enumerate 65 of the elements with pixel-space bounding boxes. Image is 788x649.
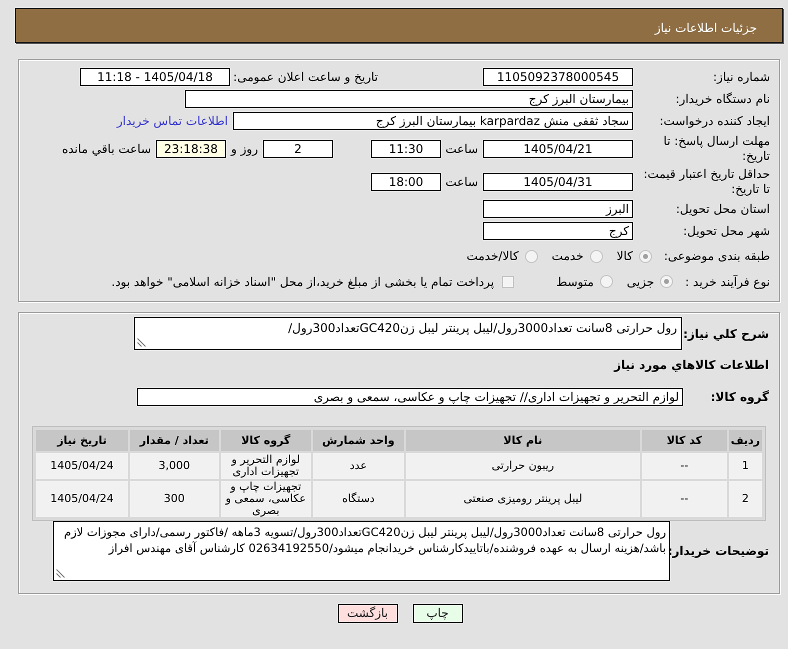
time-remaining-field[interactable]: 23:18:38 bbox=[156, 140, 226, 158]
field-label: شهر محل تحویل: bbox=[682, 224, 770, 238]
option-label: خدمت bbox=[552, 249, 584, 263]
table-cell: تجهیزات چاپ و عکاسی، سمعی و بصری bbox=[220, 481, 312, 517]
treasury-payment-text: پرداخت تمام یا بخشی از مبلغ خرید،از محل "اسناد خزانه اسلامی" خواهد بود. bbox=[111, 274, 494, 288]
table-cell: 1405/04/24 bbox=[36, 481, 128, 517]
need-number-field[interactable]: 1105092378000545 bbox=[483, 68, 633, 86]
option-label: کالا/خدمت bbox=[466, 249, 519, 263]
city-field[interactable]: کرج bbox=[483, 222, 633, 240]
deadline-date-field[interactable]: 1405/04/21 bbox=[483, 140, 633, 158]
buyer-organization-field[interactable]: بیمارستان البرز کرج bbox=[185, 90, 633, 108]
field-label: شماره نیاز: bbox=[712, 70, 770, 84]
table-cell: 1405/04/24 bbox=[36, 453, 128, 479]
table-cell: 1 bbox=[728, 453, 762, 479]
section-title: اطلاعات کالاهاي مورد نیاز bbox=[612, 357, 769, 374]
column-header: گروه کالا bbox=[220, 430, 312, 451]
resize-grip-icon[interactable] bbox=[137, 338, 146, 347]
time-remaining-label: ساعت باقي مانده bbox=[62, 142, 151, 156]
table-cell: عدد bbox=[313, 453, 404, 479]
field-label: نوع فرآیند خرید : bbox=[685, 274, 770, 288]
field-label: توضیحات خریدار: bbox=[670, 544, 769, 558]
field-label: ایجاد کننده درخواست: bbox=[658, 114, 770, 128]
days-label: روز و bbox=[231, 142, 258, 156]
column-header: کد کالا bbox=[642, 430, 727, 451]
table-cell: دستگاه bbox=[313, 481, 404, 517]
print-button[interactable]: چاپ bbox=[412, 604, 462, 623]
goods-group-field[interactable]: لوازم التحریر و تجهیزات اداری// تجهیزات چاپ و عکاسی، سمعی و بصری bbox=[137, 388, 683, 406]
table-cell: 3,000 bbox=[130, 453, 218, 479]
page-title: جزئیات اطلاعات نیاز bbox=[654, 20, 757, 34]
option-label: متوسط bbox=[556, 274, 594, 288]
description-textarea[interactable]: رول حرارتی 8سانت تعداد3000رول/لیبل پرینتر لیبل زنGC420تعداد300رول/ bbox=[134, 317, 682, 350]
table-cell: -- bbox=[642, 453, 727, 479]
column-header: تعداد / مقدار bbox=[130, 430, 218, 451]
table-cell: -- bbox=[642, 481, 727, 517]
column-header: تاریخ نیاز bbox=[36, 430, 128, 451]
field-label: حداقل تاریخ اعتبار قیمت: تا تاریخ: bbox=[642, 167, 770, 197]
requester-field[interactable]: سجاد ثقفی منش karpardaz بیمارستان البرز کرج bbox=[233, 112, 633, 130]
option-label: کالا bbox=[616, 249, 633, 263]
field-label: مهلت ارسال پاسخ: تا تاریخ: bbox=[662, 134, 770, 164]
back-button[interactable]: بازگشت bbox=[338, 604, 398, 623]
field-label: گروه کالا: bbox=[710, 390, 769, 404]
table-cell: لیبل پرینتر رومیزی صنعتی bbox=[406, 481, 640, 517]
column-header: نام کالا bbox=[406, 430, 640, 451]
resize-grip-icon[interactable] bbox=[56, 569, 65, 578]
deadline-time-field[interactable]: 11:30 bbox=[371, 140, 441, 158]
field-label: نام دستگاه خریدار: bbox=[674, 92, 770, 106]
field-label: استان محل تحویل: bbox=[674, 202, 770, 216]
column-header: ردیف bbox=[728, 430, 762, 451]
buyer-contact-link[interactable]: اطلاعات تماس خریدار bbox=[116, 114, 228, 128]
buyer-notes-textarea[interactable]: رول حرارتی 8سانت تعداد3000رول/لیبل پرینتر لیبل زنGC420تعداد300رول/تسویه 3ماهه /فاکتور رسمی/دارای مجوزات لازم باشد/هزینه ارسال به عهده فروشنده/باتاییدکارشناس خریدانجام میشود/02634192550 کارشناس آقای مهندس افراز bbox=[53, 521, 670, 581]
time-label: ساعت bbox=[446, 142, 478, 156]
province-field[interactable]: البرز bbox=[483, 200, 633, 218]
table-cell: 2 bbox=[728, 481, 762, 517]
table-cell: ریبون حرارتی bbox=[406, 453, 640, 479]
validity-date-field[interactable]: 1405/04/31 bbox=[483, 173, 633, 191]
field-label: شرح کلي نیاز: bbox=[687, 326, 769, 341]
column-header: واحد شمارش bbox=[313, 430, 404, 451]
table-cell: لوازم التحریر و تجهیزات اداری bbox=[220, 453, 312, 479]
time-label: ساعت bbox=[446, 175, 478, 189]
option-label: جزیی bbox=[626, 274, 654, 288]
field-label: طبقه بندی موضوعی: bbox=[664, 249, 770, 263]
announcement-date-field[interactable]: 1405/04/18 - 11:18 bbox=[80, 68, 230, 86]
days-left-field[interactable]: 2 bbox=[263, 140, 333, 158]
table-cell: 300 bbox=[130, 481, 218, 517]
validity-time-field[interactable]: 18:00 bbox=[371, 173, 441, 191]
